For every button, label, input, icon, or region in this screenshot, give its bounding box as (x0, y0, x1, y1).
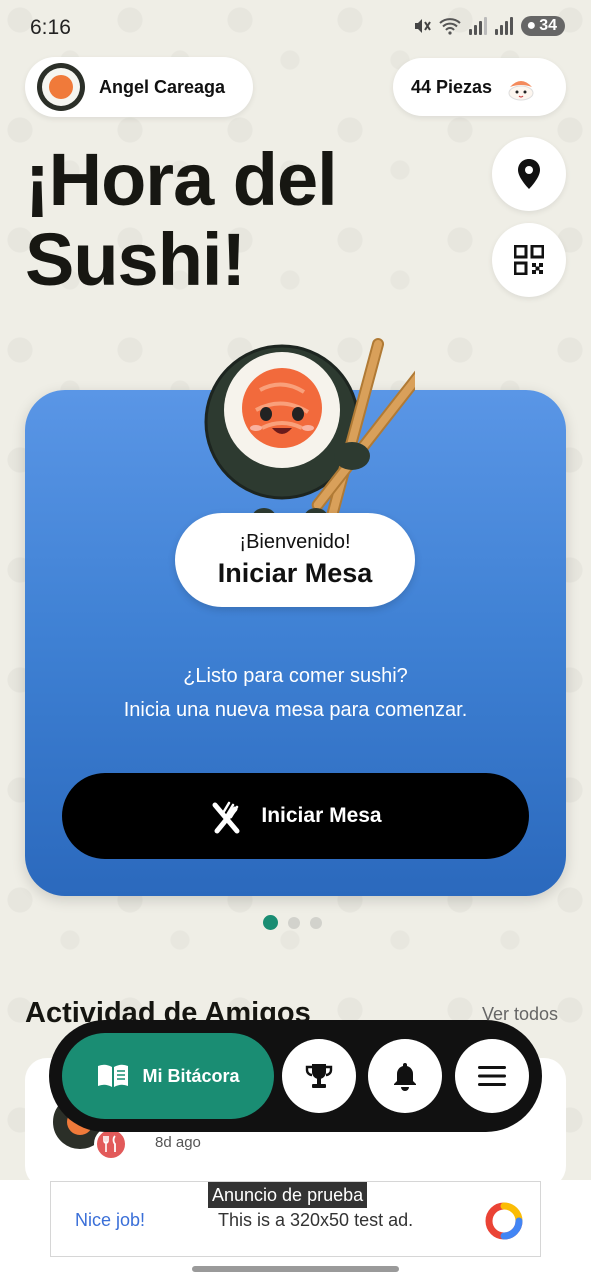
ad-nice-text: Nice job! (75, 1210, 146, 1230)
battery-indicator: ● 34 (520, 16, 565, 36)
card-message-line1: ¿Listo para comer sushi? (183, 665, 408, 687)
sushi-roll-mascot-illustration (204, 338, 415, 528)
home-indicator[interactable] (192, 1266, 399, 1272)
card-message-line2: Inicia una nueva mesa para comenzar. (123, 699, 468, 721)
signal-icon-2 (494, 17, 513, 35)
nav-trophy-button[interactable] (282, 1039, 356, 1113)
signal-icon (468, 17, 487, 35)
title-line1: ¡Hora del (25, 138, 338, 221)
page-title: ¡Hora del Sushi! (25, 138, 338, 301)
ad-badge: Anuncio de prueba (208, 1182, 368, 1208)
welcome-subtitle: ¡Bienvenido! (239, 531, 351, 553)
carousel-dot-3[interactable] (310, 916, 322, 929)
nav-notifications-button[interactable] (368, 1039, 442, 1113)
title-line2: Sushi! (25, 218, 246, 301)
utensils-icon (212, 801, 240, 834)
location-button[interactable] (492, 137, 566, 211)
welcome-title: Iniciar Mesa (217, 558, 373, 588)
battery-level: 34 (539, 17, 557, 34)
status-bar: 6:16 ● 34 (0, 0, 591, 56)
location-pin-icon (518, 159, 540, 189)
nav-menu-button[interactable] (455, 1039, 529, 1113)
start-table-button[interactable]: Iniciar Mesa (62, 773, 529, 859)
carousel-dot-2[interactable] (288, 916, 300, 929)
status-icons: ● 34 (413, 16, 565, 36)
menu-icon (478, 1066, 506, 1086)
user-name: Angel Careaga (99, 76, 226, 97)
carousel-indicator (263, 915, 322, 930)
start-table-label: Iniciar Mesa (261, 804, 382, 827)
leaf-icon: ● (526, 17, 537, 34)
avatar (37, 63, 85, 111)
restaurant-badge-icon (94, 1127, 128, 1161)
book-icon (98, 1064, 129, 1087)
mute-icon (414, 19, 431, 33)
pieces-count: 44 Piezas (411, 76, 493, 97)
ad-body-text: This is a 320x50 test ad. (218, 1210, 414, 1230)
bell-icon (394, 1063, 416, 1091)
activity-time: 8d ago (155, 1134, 201, 1151)
status-time: 6:16 (30, 16, 71, 39)
carousel-dot-1[interactable] (263, 915, 278, 930)
qr-scan-button[interactable] (492, 223, 566, 297)
nigiri-mascot-icon (508, 81, 534, 101)
welcome-pill[interactable]: ¡Bienvenido! Iniciar Mesa (175, 513, 415, 607)
trophy-icon (305, 1064, 333, 1088)
profile-chip[interactable]: Angel Careaga (25, 57, 253, 117)
pieces-chip[interactable]: 44 Piezas (393, 58, 566, 116)
nav-my-log-label: Mi Bitácora (142, 1065, 240, 1086)
qr-code-icon (514, 245, 544, 275)
ad-logo-icon (485, 1202, 523, 1240)
nav-my-log-button[interactable]: Mi Bitácora (62, 1033, 274, 1119)
wifi-icon (438, 18, 461, 35)
